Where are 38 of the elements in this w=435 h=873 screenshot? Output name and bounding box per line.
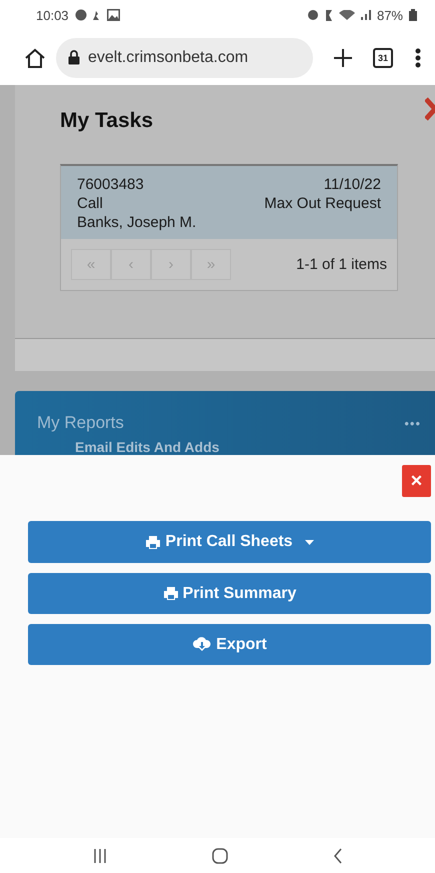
clock-time: 10:03 <box>36 8 69 22</box>
task-subject: Max Out Request <box>264 195 381 212</box>
alarm-icon <box>306 9 319 21</box>
action-button[interactable]: Export <box>28 624 431 665</box>
lock-icon <box>68 50 80 65</box>
battery-icon <box>409 9 417 21</box>
task-contact: Banks, Joseph M. <box>77 214 198 231</box>
more-button[interactable]: ••• <box>404 416 421 430</box>
task-date: 11/10/22 <box>322 176 381 193</box>
pager-summary: 1-1 of 1 items <box>296 256 387 273</box>
reports-title: My Reports <box>37 413 124 433</box>
task-id: 76003483 <box>77 176 145 193</box>
report-link[interactable]: Email Edits And Adds <box>75 439 421 455</box>
back-icon[interactable] <box>332 848 342 864</box>
dialog-title: My Tasks <box>60 109 154 133</box>
task-type: Call <box>77 195 104 212</box>
task-row[interactable]: 76003483 11/10/22 Call Max Out Request Banks, Joseph M. <box>61 166 397 239</box>
close-button[interactable]: × <box>402 465 431 497</box>
action-button[interactable]: Print Summary <box>28 573 431 614</box>
image-icon <box>106 9 120 21</box>
caret-icon <box>304 540 314 544</box>
new-tab-icon[interactable] <box>333 48 353 68</box>
address-bar[interactable]: evelt.crimsonbeta.com <box>56 38 313 78</box>
printer-icon <box>162 586 179 601</box>
url-text: evelt.crimsonbeta.com <box>88 48 248 66</box>
wifi-icon <box>338 10 355 20</box>
tab-count-button[interactable]: 31 <box>373 48 393 68</box>
messenger-icon <box>74 9 87 21</box>
home-button-icon[interactable] <box>212 848 228 864</box>
signal-icon <box>360 10 371 20</box>
battery-level: 87% <box>376 8 403 22</box>
menu-icon[interactable] <box>415 48 421 68</box>
home-icon[interactable] <box>24 46 46 68</box>
action-button[interactable]: Print Call Sheets <box>28 521 431 563</box>
printer-icon <box>145 534 162 550</box>
recent-apps-icon[interactable] <box>92 848 106 862</box>
cloud-download-icon <box>192 637 212 652</box>
chevron-icon[interactable] <box>425 97 435 121</box>
